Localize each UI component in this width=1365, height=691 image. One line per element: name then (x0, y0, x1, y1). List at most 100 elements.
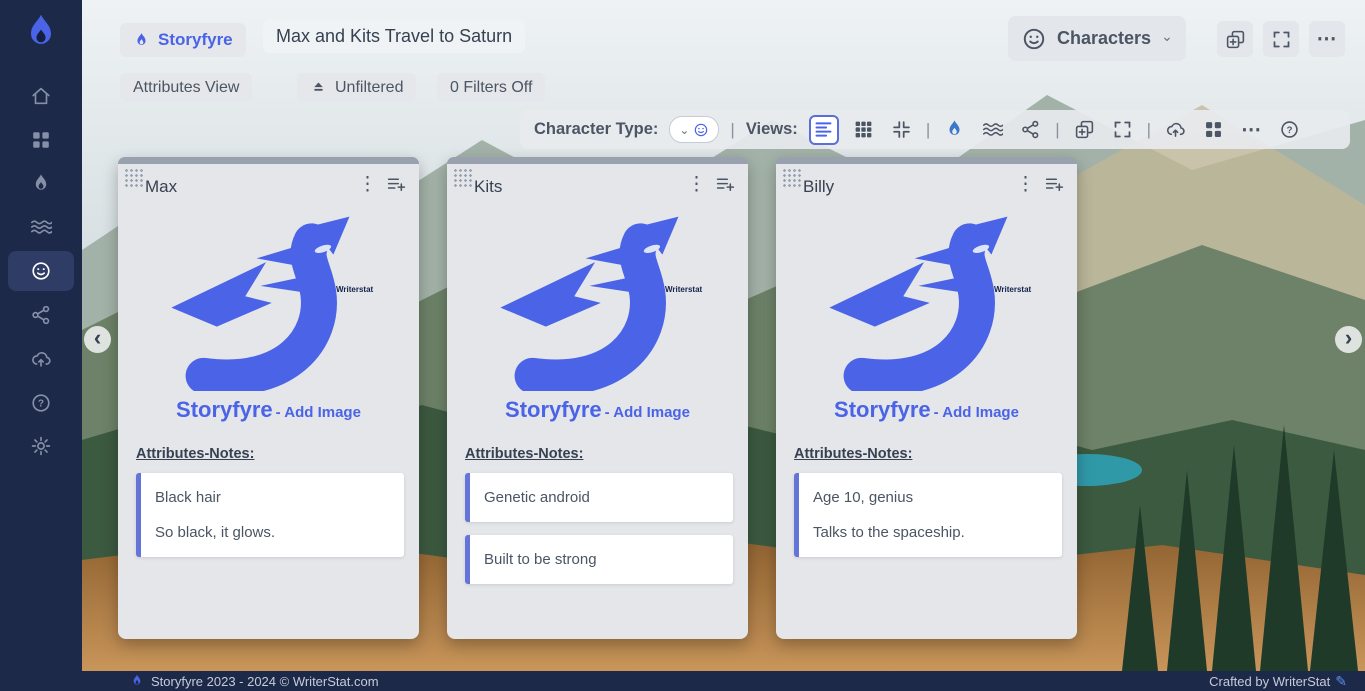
sidebar-item-help[interactable] (0, 383, 82, 423)
compact-view-button[interactable] (888, 116, 915, 143)
note-box[interactable]: Black hair So black, it glows. (136, 473, 404, 557)
character-type-label: Character Type: (534, 120, 658, 139)
cloud-upload-icon (1165, 119, 1186, 140)
app-logo-flame-icon[interactable] (20, 12, 62, 54)
duplicate-icon (1225, 29, 1246, 50)
share-nodes-icon (30, 304, 52, 326)
character-type-dropdown[interactable]: ⌄ (669, 116, 719, 143)
characters-dropdown-label: Characters (1057, 28, 1151, 49)
card-image-placeholder[interactable]: Writerstat (148, 211, 388, 393)
grid-icon (1203, 119, 1224, 140)
separator: | (1147, 120, 1151, 140)
sidebar-item-settings[interactable] (0, 426, 82, 466)
separator: | (1055, 120, 1059, 140)
help-icon (1279, 119, 1300, 140)
add-note-icon[interactable] (386, 174, 407, 200)
watermark-text: Writerstat (336, 285, 373, 294)
pencil-icon: ✎ (1335, 673, 1347, 690)
note-line: So black, it glows. (155, 520, 390, 545)
layout-grid-button[interactable] (1200, 116, 1227, 143)
fullscreen-view-button[interactable] (1109, 116, 1136, 143)
add-image-button[interactable]: Storyfyre - Add Image (118, 397, 419, 423)
add-image-label: - Add Image (276, 404, 361, 421)
card-drag-strip[interactable] (118, 157, 419, 164)
help-icon (30, 392, 52, 414)
unfiltered-button[interactable]: Unfiltered (297, 73, 416, 102)
card-title: Max (145, 177, 177, 197)
character-card-kits: Kits ⋮ Writerstat Storyfyre - Add Image … (447, 157, 748, 639)
fullscreen-button[interactable] (1263, 21, 1299, 57)
separator: | (926, 120, 930, 140)
sidebar-item-home[interactable] (0, 76, 82, 116)
add-image-button[interactable]: Storyfyre - Add Image (447, 397, 748, 423)
note-line: Genetic android (484, 485, 719, 510)
attributes-notes-heading: Attributes-Notes: (465, 446, 583, 462)
flame-icon (133, 32, 150, 49)
character-face-icon (693, 122, 709, 138)
drag-handle-icon[interactable] (453, 168, 472, 187)
carousel-prev-button[interactable]: ‹ (84, 326, 111, 353)
add-image-label: - Add Image (934, 404, 1019, 421)
waves-icon (982, 119, 1003, 140)
drag-handle-icon[interactable] (124, 168, 143, 187)
storyfyre-app-button[interactable]: Storyfyre (120, 23, 246, 57)
fullscreen-icon (1271, 29, 1292, 50)
attributes-notes-heading: Attributes-Notes: (136, 446, 254, 462)
card-image-placeholder[interactable]: Writerstat (806, 211, 1046, 393)
card-menu-icon[interactable]: ⋮ (1016, 175, 1035, 194)
story-view-button[interactable] (941, 116, 968, 143)
views-toolbar: Character Type: ⌄ | Views: | | | ⋯ (520, 110, 1350, 149)
sidebar-item-characters[interactable] (8, 251, 74, 291)
note-box[interactable]: Genetic android (465, 473, 733, 522)
character-card-billy: Billy ⋮ Writerstat Storyfyre - Add Image… (776, 157, 1077, 639)
card-drag-strip[interactable] (776, 157, 1077, 164)
flame-icon (130, 674, 144, 688)
carousel-next-button[interactable]: › (1335, 326, 1362, 353)
ellipsis-icon: ⋯ (1241, 120, 1262, 140)
chevron-right-icon: › (1345, 327, 1352, 349)
views-label: Views: (746, 120, 798, 139)
note-box[interactable]: Age 10, genius Talks to the spaceship. (794, 473, 1062, 557)
grid-view-button[interactable] (850, 116, 877, 143)
relationships-view-button[interactable] (1017, 116, 1044, 143)
card-image-placeholder[interactable]: Writerstat (477, 211, 717, 393)
cloud-sync-button[interactable] (1162, 116, 1189, 143)
add-note-icon[interactable] (715, 174, 736, 200)
drag-handle-icon[interactable] (782, 168, 801, 187)
characters-dropdown[interactable]: Characters ⌄ (1008, 16, 1186, 61)
more-options-button[interactable]: ⋯ (1309, 21, 1345, 57)
sidebar-item-relationships[interactable] (0, 295, 82, 335)
card-title: Billy (803, 177, 834, 197)
sidebar-item-sync[interactable] (0, 339, 82, 379)
filters-off-button[interactable]: 0 Filters Off (437, 73, 545, 102)
add-image-label: - Add Image (605, 404, 690, 421)
toolbar-help-button[interactable] (1276, 116, 1303, 143)
card-menu-icon[interactable]: ⋮ (687, 175, 706, 194)
waves-icon (30, 216, 52, 238)
fullscreen-icon (1112, 119, 1133, 140)
attributes-view-label: Attributes View (133, 79, 239, 97)
note-line: Age 10, genius (813, 485, 1048, 510)
scenes-view-button[interactable] (979, 116, 1006, 143)
sidebar-item-dashboard[interactable] (0, 120, 82, 160)
dragon-logo (148, 211, 388, 391)
sidebar-item-story[interactable] (0, 164, 82, 204)
flame-icon (30, 173, 52, 195)
toolbar-more-button[interactable]: ⋯ (1238, 116, 1265, 143)
card-drag-strip[interactable] (447, 157, 748, 164)
duplicate-board-button[interactable] (1217, 21, 1253, 57)
card-menu-icon[interactable]: ⋮ (358, 175, 377, 194)
sidebar-item-scenes[interactable] (0, 207, 82, 247)
duplicate-view-button[interactable] (1071, 116, 1098, 143)
note-box[interactable]: Built to be strong (465, 535, 733, 584)
home-icon (30, 85, 52, 107)
attributes-view-button[interactable]: Attributes View (120, 73, 252, 102)
list-view-button[interactable] (809, 115, 839, 145)
logo-wordmark: Storyfyre (505, 397, 602, 423)
storyfyre-app-label: Storyfyre (158, 30, 233, 50)
document-title-text: Max and Kits Travel to Saturn (276, 26, 512, 47)
footer: Storyfyre 2023 - 2024 © WriterStat.com C… (82, 671, 1365, 691)
add-image-button[interactable]: Storyfyre - Add Image (776, 397, 1077, 423)
document-title: Max and Kits Travel to Saturn (263, 19, 525, 53)
add-note-icon[interactable] (1044, 174, 1065, 200)
